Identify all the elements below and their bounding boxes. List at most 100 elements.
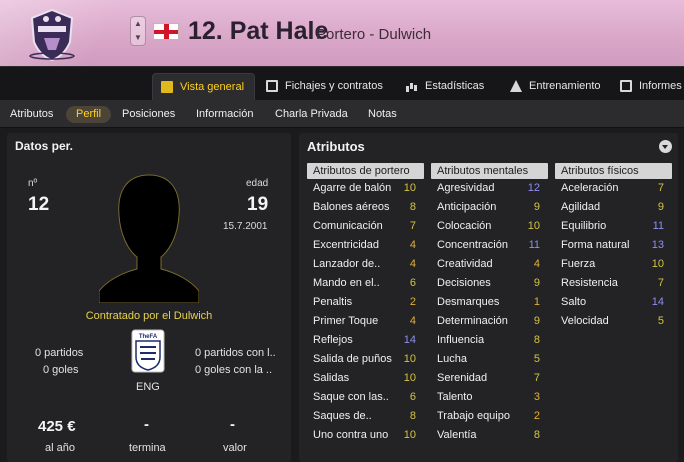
attribute-row[interactable]: Creatividad 4 (431, 255, 548, 274)
attribute-name: Balones aéreos (313, 201, 390, 213)
attribute-name: Aceleración (561, 182, 619, 194)
attribute-row[interactable]: Lucha 5 (431, 350, 548, 369)
tab-vista-general[interactable]: Vista general (152, 73, 255, 101)
wage-label: al año (45, 442, 75, 454)
subnav-atributos[interactable]: Atributos (10, 106, 53, 123)
attribute-row[interactable]: Resistencia 7 (555, 274, 672, 293)
attribute-value: 10 (403, 372, 416, 384)
attribute-value: 7 (533, 372, 540, 384)
attribute-row[interactable]: Determinación 9 (431, 312, 548, 331)
attribute-row[interactable]: Saque con las.. 6 (307, 388, 424, 407)
attribute-name: Anticipación (437, 201, 497, 213)
attribute-value: 7 (657, 277, 664, 289)
attribute-row[interactable]: Saques de.. 8 (307, 407, 424, 426)
player-navigation-arrows[interactable]: ▲ ▼ (130, 16, 146, 46)
attribute-row[interactable]: Penaltis 2 (307, 293, 424, 312)
contract-status[interactable]: Contratado por el Dulwich (7, 310, 291, 322)
attribute-value: 1 (533, 296, 540, 308)
attribute-value: 3 (533, 391, 540, 403)
main-tabs: Vista general Fichajes y contratos Estad… (0, 66, 684, 101)
attribute-value: 9 (533, 201, 540, 213)
tab-entrenamiento[interactable]: Entrenamiento (502, 73, 602, 101)
tab-informes[interactable]: Informes (612, 73, 684, 101)
club-appearances: 0 partidos (35, 347, 84, 359)
attribute-name: Lanzador de.. (313, 258, 381, 270)
nationality[interactable]: ENG (136, 381, 160, 393)
subnav-charla-privada[interactable]: Charla Privada (275, 106, 348, 123)
attribute-name: Agresividad (437, 182, 495, 194)
attribute-row[interactable]: Valentía 8 (431, 426, 548, 445)
attribute-row[interactable]: Salida de puños 10 (307, 350, 424, 369)
attribute-value: 10 (403, 353, 416, 365)
attribute-row[interactable]: Salto 14 (555, 293, 672, 312)
attribute-name: Creatividad (437, 258, 493, 270)
tab-fichajes-contratos[interactable]: Fichajes y contratos (258, 73, 390, 101)
attribute-name: Reflejos (313, 334, 353, 346)
the-fa-badge-icon: TheFA (131, 329, 165, 373)
attribute-row[interactable]: Reflejos 14 (307, 331, 424, 350)
attribute-name: Desmarques (437, 296, 500, 308)
attribute-row[interactable]: Talento 3 (431, 388, 548, 407)
attribute-name: Agilidad (561, 201, 601, 213)
attribute-name: Colocación (437, 220, 492, 232)
attribute-row[interactable]: Comunicación 7 (307, 217, 424, 236)
subnav-posiciones[interactable]: Posiciones (122, 106, 175, 123)
attribute-row[interactable]: Anticipación 9 (431, 198, 548, 217)
attribute-name: Serenidad (437, 372, 488, 384)
attribute-name: Salidas (313, 372, 350, 384)
attribute-name: Saques de.. (313, 410, 372, 422)
attribute-name: Penaltis (313, 296, 353, 308)
subnav-perfil[interactable]: Perfil (66, 106, 112, 123)
attribute-row[interactable]: Serenidad 7 (431, 369, 548, 388)
attribute-row[interactable]: Excentricidad 4 (307, 236, 424, 255)
attribute-name: Velocidad (561, 315, 609, 327)
attribute-name: Fuerza (561, 258, 596, 270)
attribute-row[interactable]: Uno contra uno 10 (307, 426, 424, 445)
personal-data-panel: Datos per. nº 12 edad 19 15.7.2001 Contr… (7, 133, 291, 462)
attribute-row[interactable]: Forma natural 13 (555, 236, 672, 255)
player-position-club[interactable]: Portero - Dulwich (316, 26, 431, 43)
panel-title: Datos per. (15, 139, 74, 153)
contract-expiry-label: termina (129, 442, 166, 454)
attribute-row[interactable]: Agresividad 12 (431, 179, 548, 198)
attribute-row[interactable]: Colocación 10 (431, 217, 548, 236)
attribute-row[interactable]: Agarre de balón 10 (307, 179, 424, 198)
attribute-row[interactable]: Agilidad 9 (555, 198, 672, 217)
subnav-informacion[interactable]: Información (196, 106, 253, 123)
attributes-panel: Atributos Atributos de portero Agarre de… (299, 133, 678, 462)
attribute-row[interactable]: Primer Toque 4 (307, 312, 424, 331)
attribute-value: 9 (533, 315, 540, 327)
england-flag-icon (153, 23, 179, 40)
attribute-row[interactable]: Equilibrio 11 (555, 217, 672, 236)
national-goals: 0 goles con la .. (195, 364, 273, 376)
attribute-row[interactable]: Salidas 10 (307, 369, 424, 388)
attribute-row[interactable]: Balones aéreos 8 (307, 198, 424, 217)
training-cone-icon (510, 80, 522, 92)
attribute-row[interactable]: Desmarques 1 (431, 293, 548, 312)
player-name: 12. Pat Hale (188, 17, 329, 45)
expand-dropdown-icon[interactable] (659, 140, 672, 153)
attribute-row[interactable]: Decisiones 9 (431, 274, 548, 293)
attribute-row[interactable]: Velocidad 5 (555, 312, 672, 331)
next-player-icon[interactable]: ▼ (134, 33, 142, 42)
report-icon (620, 80, 632, 92)
tab-label: Estadísticas (425, 80, 485, 92)
tab-estadisticas[interactable]: Estadísticas (398, 73, 488, 101)
goalkeeping-attributes-column: Atributos de portero Agarre de balón 10 Ba… (307, 163, 424, 445)
attribute-row[interactable]: Concentración 11 (431, 236, 548, 255)
attribute-row[interactable]: Influencia 8 (431, 331, 548, 350)
mental-attributes-column: Atributos mentales Agresividad 12 Anticipa… (431, 163, 548, 445)
attribute-value: 10 (403, 182, 416, 194)
attribute-value: 11 (528, 239, 540, 251)
attribute-row[interactable]: Trabajo equipo 2 (431, 407, 548, 426)
attribute-row[interactable]: Aceleración 7 (555, 179, 672, 198)
attribute-row[interactable]: Fuerza 10 (555, 255, 672, 274)
player-value: - (230, 416, 235, 433)
attribute-value: 2 (409, 296, 416, 308)
previous-player-icon[interactable]: ▲ (134, 19, 142, 28)
attribute-value: 4 (409, 315, 416, 327)
attribute-value: 8 (409, 201, 416, 213)
attribute-row[interactable]: Mando en el.. 6 (307, 274, 424, 293)
subnav-notas[interactable]: Notas (368, 106, 397, 123)
attribute-row[interactable]: Lanzador de.. 4 (307, 255, 424, 274)
